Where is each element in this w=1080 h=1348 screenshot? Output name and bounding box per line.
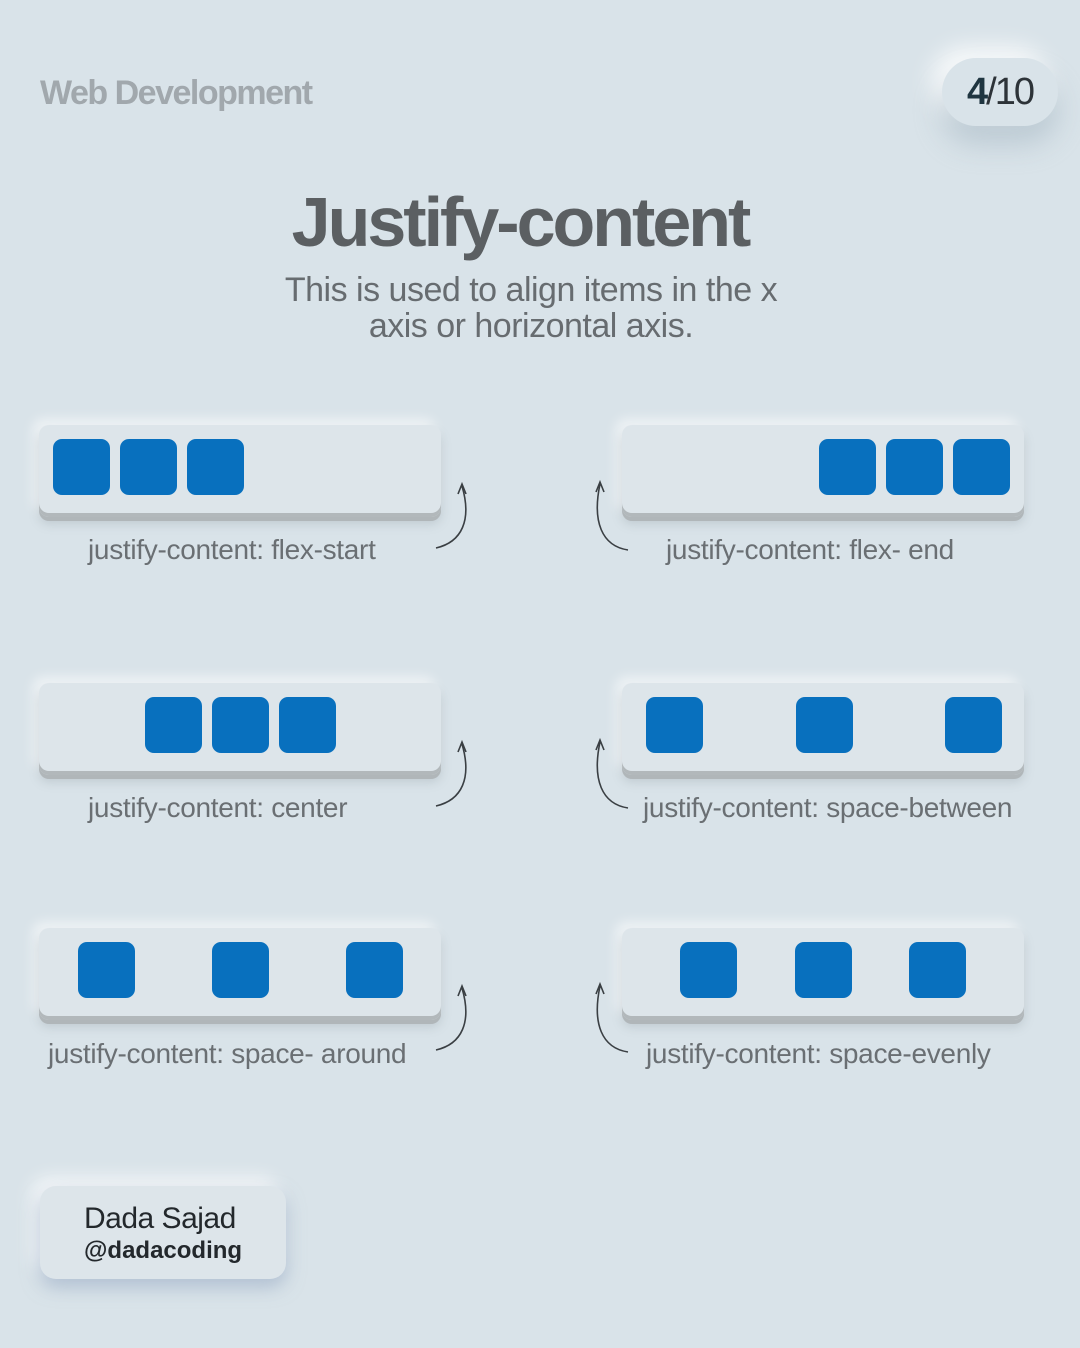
flex-item-box: [120, 439, 177, 495]
page-indicator: 4/10: [942, 58, 1058, 126]
page-title: Justify-content: [291, 183, 752, 261]
example-panel-space-evenly: [622, 928, 1024, 1020]
example-caption-center: justify-content: center: [88, 792, 348, 823]
example-caption-space-evenly: justify-content: space-evenly: [646, 1038, 991, 1069]
flex-item-box: [795, 697, 853, 753]
example-caption-space-around: justify-content: space- around: [48, 1038, 407, 1069]
brand-label: Web Development: [40, 74, 313, 112]
curved-arrow-icon: [595, 981, 629, 1053]
example-caption-flex-start: justify-content: flex-start: [88, 534, 376, 565]
example-panel-space-between: [622, 683, 1024, 775]
curved-arrow-icon: [595, 737, 629, 809]
author-card: Dada Sajad @dadacoding: [40, 1186, 286, 1279]
page-subtitle: This is used to align items in the x axi…: [0, 272, 1062, 344]
author-name: Dada Sajad: [84, 1202, 236, 1235]
page-current: 4: [967, 70, 988, 113]
flex-item-box: [211, 942, 269, 998]
example-panel-center: [39, 683, 441, 775]
subtitle-line-1: This is used to align items in the x: [284, 271, 778, 309]
flex-item-box: [646, 697, 703, 753]
example-panel-flex-start: [39, 425, 441, 517]
flex-item-box: [211, 697, 269, 753]
flex-item-box: [345, 942, 403, 998]
flex-item-box: [679, 942, 737, 998]
example-caption-flex-end: justify-content: flex- end: [666, 534, 954, 565]
flex-item-box: [187, 439, 244, 495]
flex-item-box: [53, 439, 110, 495]
curved-arrow-icon: [435, 739, 467, 807]
page-total: /10: [986, 70, 1035, 113]
flex-item-box: [909, 942, 967, 998]
flex-item-box: [886, 439, 943, 495]
example-panel-space-around: [39, 928, 441, 1020]
curved-arrow-icon: [435, 481, 467, 549]
flex-item-box: [819, 439, 876, 495]
curved-arrow-icon: [435, 983, 467, 1051]
flex-item-box: [77, 942, 135, 998]
author-handle: @dadacoding: [84, 1237, 243, 1264]
subtitle-line-2: axis or horizontal axis.: [368, 307, 694, 345]
flex-item-box: [953, 439, 1010, 495]
flex-item-box: [144, 697, 202, 753]
flex-item-box: [794, 942, 852, 998]
example-panel-flex-end: [622, 425, 1024, 517]
example-caption-space-between: justify-content: space-between: [643, 792, 1013, 823]
curved-arrow-icon: [595, 479, 629, 551]
flex-item-box: [278, 697, 336, 753]
flex-item-box: [945, 697, 1002, 753]
